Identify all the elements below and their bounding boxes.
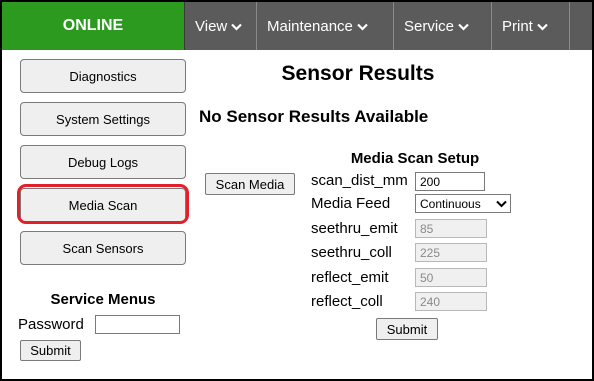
menu-maintenance[interactable]: Maintenance <box>257 2 394 50</box>
chevron-down-icon <box>231 23 243 31</box>
media-feed-select[interactable]: Continuous <box>415 194 511 213</box>
status-indicator: ONLINE <box>2 2 185 50</box>
seethru-emit-input: 85 <box>415 219 487 238</box>
menu-service-label: Service <box>404 17 455 35</box>
menu-print-label: Print <box>502 17 533 35</box>
system-settings-button[interactable]: System Settings <box>20 102 186 136</box>
menu-view[interactable]: View <box>185 2 257 50</box>
media-feed-value: Continuous <box>420 196 481 211</box>
no-results-message: No Sensor Results Available <box>199 107 429 126</box>
service-menus-title: Service Menus <box>50 291 156 308</box>
menu-print[interactable]: Print <box>492 2 570 50</box>
password-field[interactable] <box>95 315 180 334</box>
chevron-down-icon <box>458 23 469 31</box>
password-submit-button[interactable]: Submit <box>20 340 81 361</box>
reflect-coll-label: reflect_coll <box>311 293 383 310</box>
reflect-coll-input: 240 <box>415 292 487 311</box>
password-label: Password <box>18 316 84 333</box>
chevron-down-icon <box>537 23 548 31</box>
top-nav-bar: ONLINE View Maintenance Service Print <box>2 2 592 50</box>
chevron-down-icon <box>496 197 507 211</box>
media-scan-setup-title: Media Scan Setup <box>350 150 480 167</box>
page-title: Sensor Results <box>281 62 435 85</box>
scan-media-button[interactable]: Scan Media <box>205 173 295 195</box>
scan-sensors-button[interactable]: Scan Sensors <box>20 231 186 265</box>
media-feed-label: Media Feed <box>311 195 391 212</box>
scan-dist-mm-input[interactable]: 200 <box>415 172 485 191</box>
diagnostics-button[interactable]: Diagnostics <box>20 59 186 93</box>
menu-view-label: View <box>195 17 228 35</box>
scan-dist-mm-label: scan_dist_mm <box>311 172 408 189</box>
menu-maintenance-label: Maintenance <box>267 17 353 35</box>
seethru-emit-label: seethru_emit <box>311 220 398 237</box>
reflect-emit-label: reflect_emit <box>311 269 389 286</box>
media-scan-button[interactable]: Media Scan <box>20 188 186 222</box>
chevron-down-icon <box>357 23 368 31</box>
menu-service[interactable]: Service <box>394 2 492 50</box>
reflect-emit-input: 50 <box>415 268 487 287</box>
seethru-coll-label: seethru_coll <box>311 244 392 261</box>
media-scan-submit-button[interactable]: Submit <box>376 318 438 340</box>
seethru-coll-input: 225 <box>415 243 487 262</box>
debug-logs-button[interactable]: Debug Logs <box>20 145 186 179</box>
